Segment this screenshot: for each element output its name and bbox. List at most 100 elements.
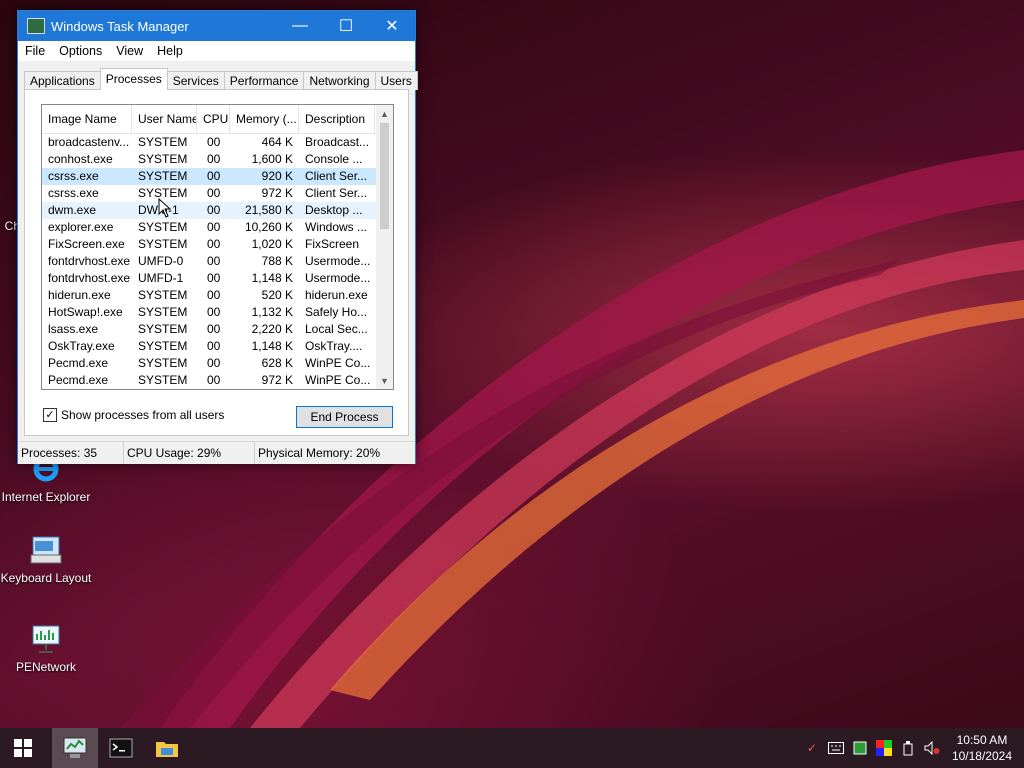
table-row[interactable]: csrss.exe SYSTEM 00 972 K Client Ser... [42, 185, 393, 202]
table-row[interactable]: hiderun.exe SYSTEM 00 520 K hiderun.exe [42, 287, 393, 304]
mouse-cursor-icon [158, 198, 172, 218]
desktop-icon-penetwork[interactable]: PENetwork [0, 622, 94, 674]
cell-image-name: broadcastenv... [48, 135, 130, 149]
show-all-checkbox[interactable]: ✓ [43, 408, 57, 422]
table-row[interactable]: lsass.exe SYSTEM 00 2,220 K Local Sec... [42, 321, 393, 338]
desktop-icon-keyboard-layout[interactable]: Keyboard Layout [0, 533, 94, 585]
folder-icon [156, 742, 178, 757]
cell-description: Desktop ... [305, 203, 363, 217]
cell-description: WinPE Co... [305, 356, 371, 370]
tray-network-tool-icon[interactable]: ✓ [804, 740, 820, 756]
column-image-name[interactable]: Image Name [42, 105, 132, 133]
cell-cpu: 00 [207, 220, 221, 234]
desktop-icon-label: Keyboard Layout [0, 571, 92, 585]
menu-help[interactable]: Help [150, 44, 190, 58]
table-row[interactable]: fontdrvhost.exe UMFD-0 00 788 K Usermode... [42, 253, 393, 270]
process-list[interactable]: Image Name User Name CPU Memory (... Des… [41, 104, 394, 390]
cell-description: Local Sec... [305, 322, 368, 336]
cell-memory: 972 K [261, 373, 293, 387]
taskbar-file-explorer[interactable] [144, 728, 190, 768]
tab-services[interactable]: Services [166, 71, 225, 90]
cell-image-name: Pecmd.exe [48, 373, 109, 387]
cell-memory: 1,148 K [251, 339, 293, 353]
show-all-processes[interactable]: ✓ Show processes from all users [43, 408, 224, 422]
cell-image-name: conhost.exe [48, 152, 113, 166]
table-row[interactable]: broadcastenv... SYSTEM 00 464 K Broadcast... [42, 134, 393, 151]
cell-user-name: SYSTEM [138, 152, 188, 166]
task-manager-icon [63, 737, 87, 758]
tab-strip: Applications Processes Services Performa… [24, 68, 418, 90]
table-row[interactable]: OskTray.exe SYSTEM 00 1,148 K OskTray.... [42, 338, 393, 355]
cell-memory: 1,600 K [251, 152, 293, 166]
status-processes: Processes: 35 [18, 442, 124, 464]
scroll-up-icon[interactable]: ▲ [376, 105, 393, 122]
keyboard-icon[interactable] [827, 740, 844, 756]
column-description[interactable]: Description [299, 105, 375, 133]
cell-memory: 628 K [261, 356, 293, 370]
table-row[interactable]: explorer.exe SYSTEM 00 10,260 K Windows ... [42, 219, 393, 236]
show-all-label: Show processes from all users [61, 408, 225, 422]
status-memory: Physical Memory: 20% [258, 446, 381, 460]
cell-memory: 1,148 K [251, 271, 293, 285]
clock-time: 10:50 AM [956, 733, 1008, 747]
clock[interactable]: 10:50 AM 10/18/2024 [944, 732, 1024, 764]
table-row[interactable]: fontdrvhost.exe UMFD-1 00 1,148 K Usermode..… [42, 270, 393, 287]
tab-processes[interactable]: Processes [99, 68, 168, 90]
table-row[interactable]: csrss.exe SYSTEM 00 920 K Client Ser... [42, 168, 393, 185]
column-user-name[interactable]: User Name [132, 105, 197, 133]
table-row[interactable]: conhost.exe SYSTEM 00 1,600 K Console ... [42, 151, 393, 168]
column-cpu[interactable]: CPU [197, 105, 230, 133]
cell-user-name: SYSTEM [138, 220, 188, 234]
volume-muted-icon[interactable] [924, 740, 940, 756]
cell-cpu: 00 [207, 271, 221, 285]
cell-image-name: Pecmd.exe [48, 356, 109, 370]
cell-description: Usermode... [305, 254, 371, 268]
cell-memory: 920 K [261, 169, 293, 183]
tab-applications[interactable]: Applications [24, 71, 101, 90]
taskbar-task-manager[interactable] [52, 728, 98, 768]
cell-user-name: SYSTEM [138, 288, 188, 302]
cell-description: Safely Ho... [305, 305, 368, 319]
vertical-scrollbar[interactable]: ▲ ▼ [376, 105, 393, 389]
scroll-thumb[interactable] [380, 123, 389, 229]
color-display-icon[interactable] [875, 740, 892, 756]
cell-image-name: FixScreen.exe [48, 237, 125, 251]
tab-performance[interactable]: Performance [223, 71, 305, 90]
tab-networking[interactable]: Networking [303, 71, 376, 90]
scroll-down-icon[interactable]: ▼ [376, 372, 393, 389]
cell-image-name: OskTray.exe [48, 339, 115, 353]
maximize-button[interactable]: ☐ [323, 11, 369, 41]
table-row[interactable]: dwm.exe DWM-1 00 21,580 K Desktop ... [42, 202, 393, 219]
minimize-button[interactable]: — [277, 11, 323, 41]
task-manager-window[interactable]: Windows Task Manager — ☐ ✕ File Options … [17, 10, 418, 464]
cell-image-name: dwm.exe [48, 203, 97, 217]
taskbar-command-prompt[interactable] [98, 728, 144, 768]
usb-drive-icon[interactable] [900, 740, 916, 756]
title-bar[interactable]: Windows Task Manager — ☐ ✕ [18, 11, 415, 41]
table-row[interactable]: Pecmd.exe SYSTEM 00 972 K WinPE Co... [42, 372, 393, 389]
cell-description: Broadcast... [305, 135, 370, 149]
cell-memory: 788 K [261, 254, 293, 268]
menu-options[interactable]: Options [52, 44, 109, 58]
column-memory[interactable]: Memory (... [230, 105, 299, 133]
cell-description: FixScreen [305, 237, 360, 251]
cell-cpu: 00 [207, 169, 221, 183]
cell-description: Windows ... [305, 220, 368, 234]
cell-cpu: 00 [207, 186, 221, 200]
close-button[interactable]: ✕ [369, 11, 415, 41]
process-list-header: Image Name User Name CPU Memory (... Des… [42, 105, 393, 134]
menu-file[interactable]: File [18, 44, 52, 58]
table-row[interactable]: FixScreen.exe SYSTEM 00 1,020 K FixScreen [42, 236, 393, 253]
cell-image-name: lsass.exe [48, 322, 99, 336]
monitor-icon[interactable] [852, 740, 868, 756]
table-row[interactable]: HotSwap!.exe SYSTEM 00 1,132 K Safely Ho... [42, 304, 393, 321]
status-cpu: CPU Usage: 29% [124, 442, 255, 464]
start-button[interactable] [0, 728, 46, 768]
end-process-button[interactable]: End Process [296, 406, 393, 428]
desktop-icon-label: PENetwork [15, 660, 77, 674]
cell-image-name: HotSwap!.exe [48, 305, 123, 319]
menu-view[interactable]: View [109, 44, 150, 58]
task-manager-icon [27, 18, 45, 34]
tab-users[interactable]: Users [374, 71, 418, 90]
table-row[interactable]: Pecmd.exe SYSTEM 00 628 K WinPE Co... [42, 355, 393, 372]
